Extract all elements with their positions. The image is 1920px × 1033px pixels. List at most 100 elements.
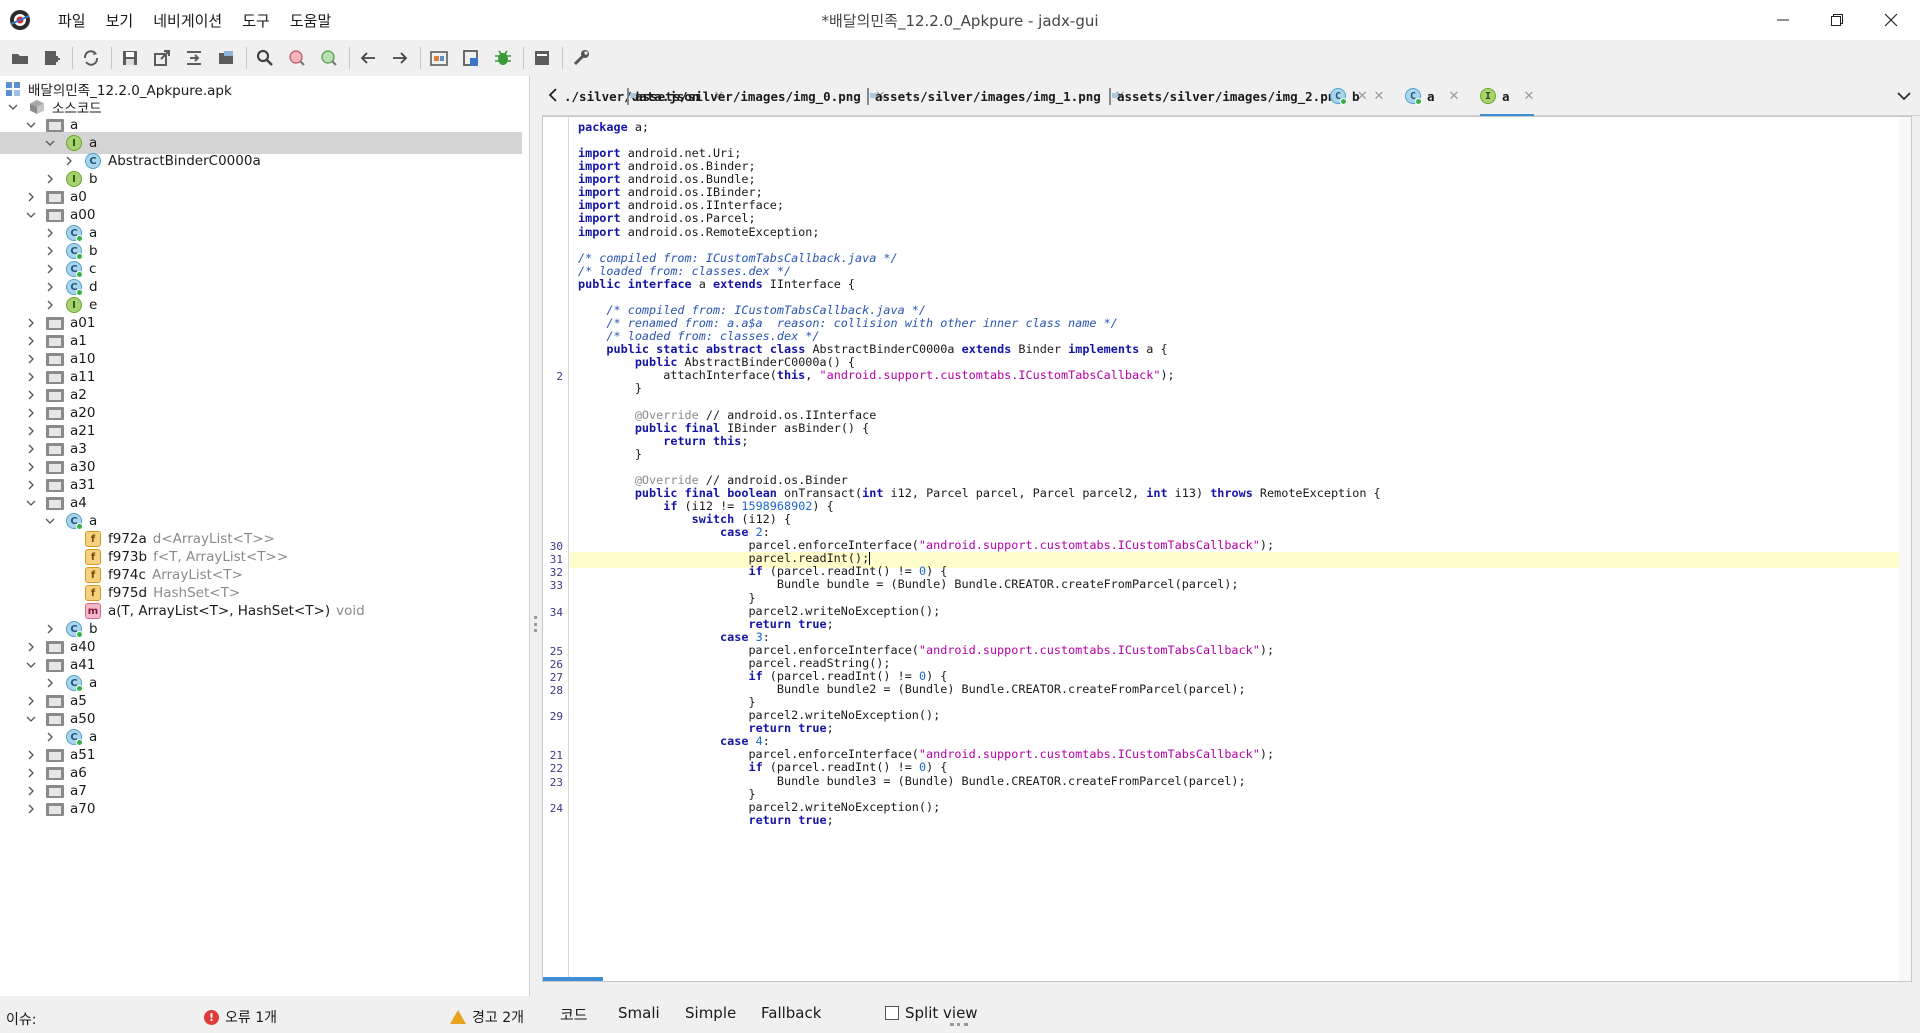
chevron-right-icon[interactable] [43, 172, 57, 186]
split-view-toggle[interactable]: Split view [885, 1004, 978, 1022]
chevron-right-icon[interactable] [24, 388, 38, 402]
chevron-right-icon[interactable] [24, 478, 38, 492]
editor-tab[interactable]: assets/silver/images/img_0.png ✕ [627, 76, 886, 116]
chevron-down-icon[interactable] [24, 118, 38, 132]
chevron-down-icon[interactable] [6, 100, 20, 114]
editor-tab[interactable]: Ca ✕ [1405, 76, 1459, 116]
log-button[interactable] [459, 46, 483, 70]
tab-label: assets/silver/images/img_2.png [1117, 88, 1343, 104]
mode-tab-code[interactable]: 코드 [560, 1004, 588, 1025]
menu-item-1[interactable]: 보기 [96, 6, 144, 35]
interface-icon: I [65, 171, 83, 187]
flatten-button[interactable] [214, 46, 238, 70]
editor-vertical-scrollbar[interactable] [1899, 117, 1911, 981]
folder-icon [46, 334, 64, 348]
chevron-right-icon[interactable] [24, 442, 38, 456]
preferences-button[interactable] [569, 46, 593, 70]
back-button[interactable] [356, 46, 380, 70]
editor-tab[interactable]: assets/silver/images/img_1.png ✕ [867, 76, 1126, 116]
panel-splitter[interactable] [530, 76, 542, 996]
editor-tab[interactable]: Ia ✕ [1480, 76, 1535, 117]
debug-button[interactable] [491, 46, 515, 70]
chevron-right-icon[interactable] [43, 244, 57, 258]
editor-tab[interactable]: Cb ✕ [1330, 76, 1384, 116]
tabs-dropdown-icon[interactable] [1896, 88, 1912, 104]
chevron-right-icon[interactable] [24, 352, 38, 366]
mode-tab-fallback[interactable]: Fallback [761, 1004, 821, 1022]
errors-indicator[interactable]: ! 오류 1개 [204, 1007, 277, 1027]
chevron-down-icon[interactable] [24, 712, 38, 726]
chevron-right-icon[interactable] [24, 370, 38, 384]
chevron-right-icon[interactable] [43, 280, 57, 294]
close-tab-icon[interactable]: ✕ [1374, 89, 1385, 104]
tree-row[interactable]: a70 [0, 798, 522, 820]
chevron-right-icon[interactable] [62, 154, 76, 168]
search-button[interactable] [253, 46, 277, 70]
chevron-right-icon[interactable] [43, 262, 57, 276]
chevron-down-icon[interactable] [43, 514, 57, 528]
chevron-right-icon[interactable] [24, 802, 38, 816]
chevron-down-icon[interactable] [24, 496, 38, 510]
restore-button[interactable] [1814, 0, 1860, 40]
usage-search-button[interactable] [317, 46, 341, 70]
chevron-right-icon[interactable] [24, 406, 38, 420]
code-editor[interactable]: 2 30 31 32 33 34 25 26 27 28 29 21 22 23 24 package a;… [542, 116, 1912, 982]
menu-item-3[interactable]: 도구 [232, 6, 280, 35]
image-file-icon [1109, 87, 1111, 105]
console-button[interactable] [530, 46, 554, 70]
chevron-right-icon[interactable] [24, 460, 38, 474]
forward-button[interactable] [388, 46, 412, 70]
add-files-button[interactable] [40, 46, 64, 70]
class-search-button[interactable] [285, 46, 309, 70]
line-number: 27 [549, 670, 563, 684]
bottom-panel-grip[interactable] [950, 1023, 968, 1027]
split-view-checkbox[interactable] [885, 1006, 899, 1020]
chevron-right-icon[interactable] [24, 190, 38, 204]
line-number: 21 [549, 749, 563, 763]
line-number: 30 [549, 540, 563, 554]
sync-tree-button[interactable] [182, 46, 206, 70]
chevron-right-icon[interactable] [43, 730, 57, 744]
deobfuscation-button[interactable] [427, 46, 451, 70]
splitter-grip[interactable] [534, 616, 537, 632]
tree-row-label: a11 [70, 369, 96, 385]
chevron-right-icon[interactable] [24, 766, 38, 780]
menu-item-0[interactable]: 파일 [48, 6, 96, 35]
export-button[interactable] [150, 46, 174, 70]
chevron-down-icon[interactable] [24, 208, 38, 222]
chevron-down-icon[interactable] [43, 136, 57, 150]
chevron-right-icon[interactable] [43, 226, 57, 240]
chevron-right-icon[interactable] [24, 748, 38, 762]
tree-row-label: a10 [70, 351, 96, 367]
chevron-right-icon[interactable] [24, 424, 38, 438]
close-tab-icon[interactable]: ✕ [1449, 89, 1460, 104]
project-tree[interactable]: 배달의민족_12.2.0_Apkpure.apk 소스코드 a Ia C Abstra… [0, 76, 530, 996]
menu-item-2[interactable]: 네비게이션 [143, 6, 232, 35]
open-button[interactable] [8, 46, 32, 70]
save-button[interactable] [118, 46, 142, 70]
minimize-button[interactable] [1760, 0, 1806, 40]
mode-tab-smali[interactable]: Smali [618, 1004, 660, 1022]
method-badge-icon: m [85, 603, 101, 619]
chevron-right-icon[interactable] [24, 640, 38, 654]
line-number: 25 [549, 644, 563, 658]
warnings-indicator[interactable]: 경고 2개 [450, 1007, 524, 1027]
tree-row-label: a70 [70, 801, 96, 817]
chevron-right-icon[interactable] [43, 298, 57, 312]
chevron-right-icon[interactable] [24, 316, 38, 330]
close-tab-icon[interactable]: ✕ [1524, 89, 1535, 104]
chevron-right-icon[interactable] [43, 676, 57, 690]
chevron-down-icon[interactable] [24, 658, 38, 672]
tree-row-label: a(T, ArrayList<T>, HashSet<T>) [108, 603, 331, 619]
close-window-button[interactable] [1868, 0, 1914, 40]
folder-icon [46, 694, 64, 708]
class-icon: C [1405, 88, 1422, 105]
chevron-right-icon[interactable] [43, 622, 57, 636]
chevron-right-icon[interactable] [24, 694, 38, 708]
chevron-right-icon[interactable] [24, 784, 38, 798]
mode-tab-simple[interactable]: Simple [685, 1004, 736, 1022]
editor-tab[interactable]: assets/silver/images/img_2.png ✕ [1109, 76, 1368, 116]
chevron-right-icon[interactable] [24, 334, 38, 348]
menu-item-4[interactable]: 도움말 [280, 6, 341, 35]
sync-button[interactable] [79, 46, 103, 70]
